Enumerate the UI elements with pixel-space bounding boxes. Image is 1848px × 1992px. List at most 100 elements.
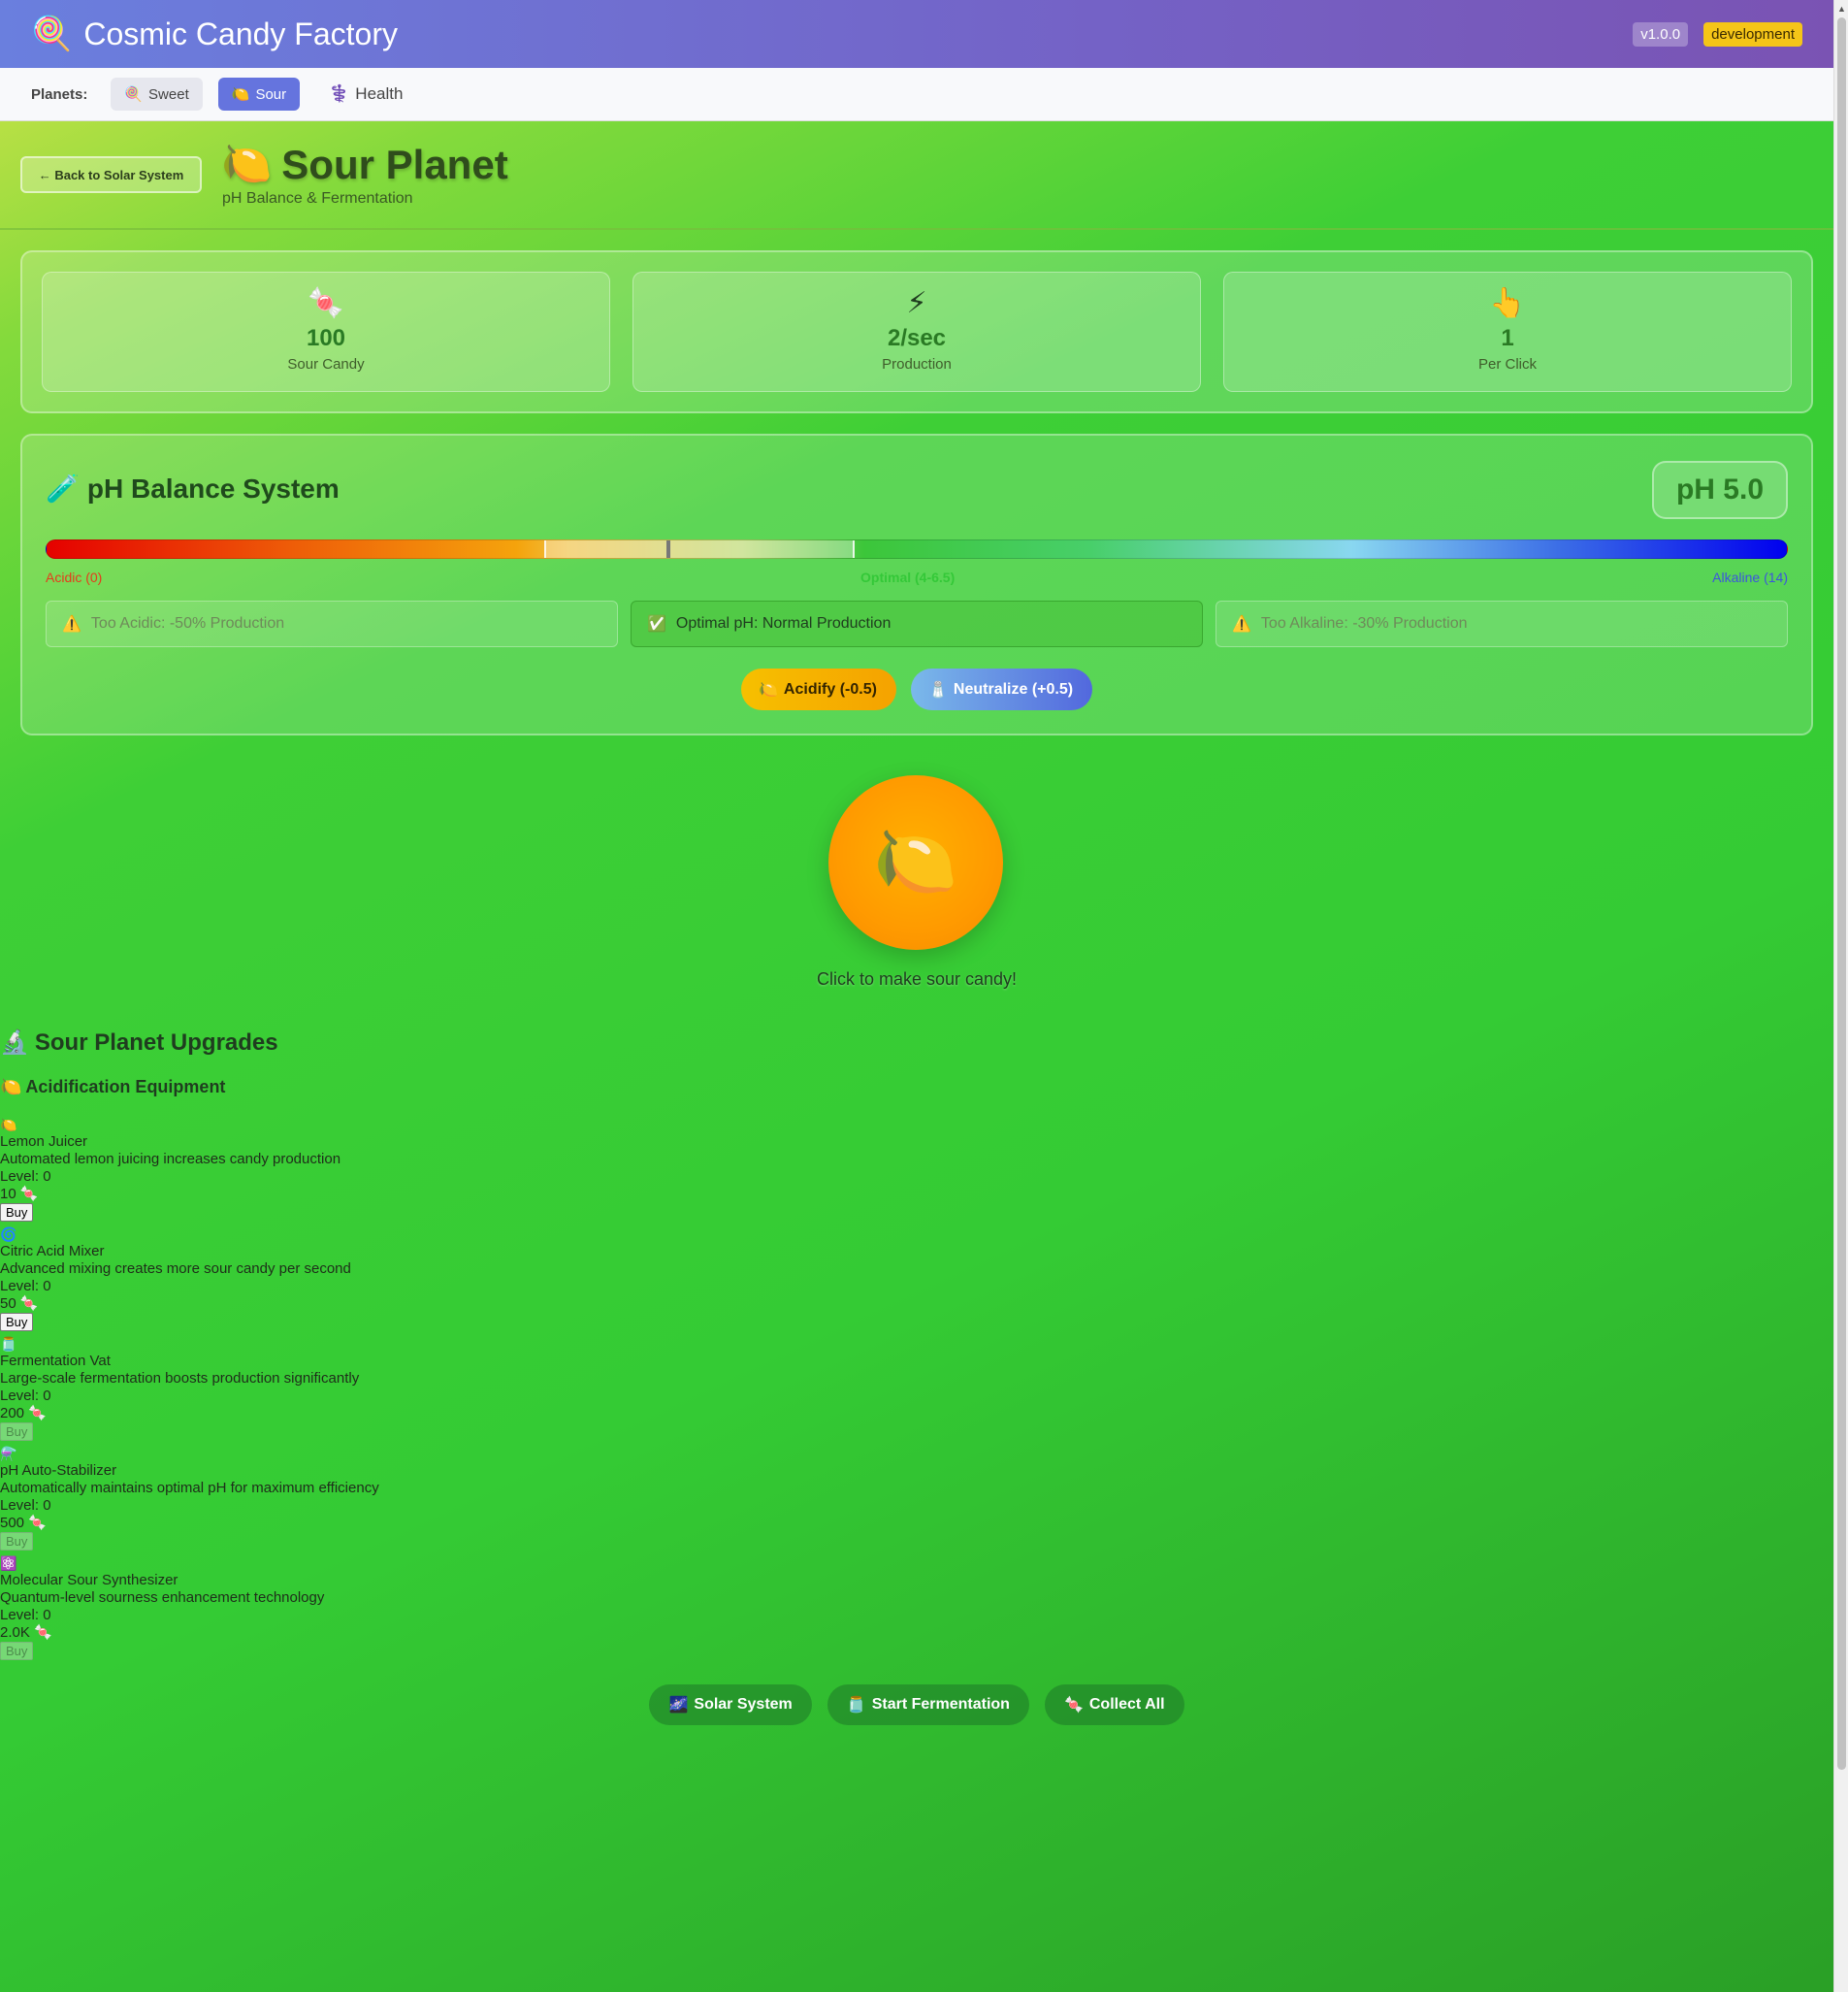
- ph-actions: 🍋 Acidify (-0.5) 🧂 Neutralize (+0.5): [22, 669, 1811, 710]
- atom-icon: ⚛️: [0, 1555, 17, 1571]
- upgrade-description: Automatically maintains optimal pH for m…: [0, 1480, 379, 1496]
- upgrade-name: Lemon Juicer: [0, 1133, 88, 1150]
- bottom-actions: 🌌 Solar System 🫙 Start Fermentation 🍬 Co…: [0, 1684, 1833, 1725]
- upgrade-name: Citric Acid Mixer: [0, 1243, 105, 1259]
- upgrade-name: Fermentation Vat: [0, 1353, 111, 1369]
- stat-label: Per Click: [1477, 356, 1537, 373]
- ph-scale-optimal-label: Optimal (4-6.5): [860, 570, 956, 585]
- upgrade-level: Level: 0: [0, 1388, 51, 1404]
- neutralize-label: Neutralize (+0.5): [953, 680, 1074, 698]
- upgrade-cost: 10 🍬: [0, 1186, 39, 1202]
- upgrades-title: 🔬 Sour Planet Upgrades: [0, 1029, 278, 1057]
- stat-value: 100: [306, 325, 346, 351]
- buy-fermentation-vat-button[interactable]: Buy: [0, 1422, 34, 1441]
- buy-citric-acid-mixer-button[interactable]: Buy: [0, 1313, 34, 1331]
- lemon-icon: 🍋: [0, 1117, 17, 1132]
- planet-tab-label: Sweet: [148, 85, 189, 103]
- ph-state-text: Too Alkaline: -30% Production: [1260, 615, 1468, 632]
- upgrade-level: Level: 0: [0, 1278, 51, 1294]
- page-title-text: Sour Planet: [281, 141, 508, 187]
- lollipop-icon: 🍭: [124, 86, 144, 103]
- upgrade-citric-acid-mixer: 🌀 Citric Acid Mixer Advanced mixing crea…: [0, 1225, 582, 1335]
- page-scrollbar[interactable]: ▲: [1833, 0, 1848, 1992]
- medical-icon: ⚕️: [329, 84, 350, 103]
- app-title: Cosmic Candy Factory: [83, 16, 398, 51]
- page-title: 🍋 Sour Planet: [221, 141, 508, 188]
- ph-state-too-acidic: ⚠️ Too Acidic: -50% Production: [46, 601, 618, 647]
- stat-value: 1: [1501, 325, 1514, 351]
- upgrade-cost: 200 🍬: [0, 1405, 47, 1421]
- warning-icon: ⚠️: [62, 616, 81, 633]
- buy-lemon-juicer-button[interactable]: Buy: [0, 1203, 34, 1222]
- upgrades-title-text: Sour Planet Upgrades: [34, 1029, 278, 1056]
- warning-icon: ⚠️: [1232, 616, 1251, 633]
- planet-tab-label: Sour: [255, 85, 287, 103]
- stat-card-production: ⚡ 2/sec Production: [632, 272, 1201, 392]
- scroll-up-arrow-icon[interactable]: ▲: [1837, 4, 1846, 14]
- start-fermentation-button[interactable]: 🫙 Start Fermentation: [827, 1684, 1029, 1725]
- ph-title-text: pH Balance System: [86, 473, 340, 504]
- stat-value: 2/sec: [887, 325, 947, 351]
- ph-scale-acidic-label: Acidic (0): [46, 570, 103, 585]
- candy-icon: 🍬: [308, 287, 344, 319]
- upgrade-description: Automated lemon juicing increases candy …: [0, 1151, 341, 1167]
- collect-all-label: Collect All: [1088, 1696, 1165, 1713]
- page-subtitle: pH Balance & Fermentation: [222, 190, 413, 207]
- upgrade-cost: 500 🍬: [0, 1515, 47, 1531]
- lollipop-icon: 🍭: [31, 16, 73, 52]
- cyclone-icon: 🌀: [0, 1226, 17, 1242]
- upgrade-level: Level: 0: [0, 1168, 51, 1185]
- upgrade-lemon-juicer: 🍋 Lemon Juicer Automated lemon juicing i…: [0, 1116, 582, 1225]
- upgrade-molecular-sour-synthesizer: ⚛️ Molecular Sour Synthesizer Quantum-le…: [0, 1554, 582, 1664]
- buy-ph-auto-stabilizer-button[interactable]: Buy: [0, 1532, 34, 1551]
- upgrade-ph-auto-stabilizer: ⚗️ pH Auto-Stabilizer Automatically main…: [0, 1445, 582, 1554]
- neutralize-button[interactable]: 🧂 Neutralize (+0.5): [911, 669, 1092, 710]
- lemon-icon: 🍋: [873, 824, 958, 899]
- planet-tab-health[interactable]: ⚕️ Health: [315, 77, 416, 112]
- collect-all-button[interactable]: 🍬 Collect All: [1044, 1684, 1184, 1725]
- acidify-button[interactable]: 🍋 Acidify (-0.5): [741, 669, 896, 710]
- jar-icon: 🫙: [0, 1336, 17, 1352]
- upgrade-level: Level: 0: [0, 1607, 51, 1623]
- upgrade-name: pH Auto-Stabilizer: [0, 1462, 117, 1479]
- planet-tab-sour[interactable]: 🍋 Sour: [217, 78, 301, 111]
- upgrade-description: Quantum-level sourness enhancement techn…: [0, 1589, 325, 1606]
- ph-reading: pH 5.0: [1652, 461, 1788, 519]
- planet-nav-label: Planets:: [31, 85, 88, 103]
- upgrade-fermentation-vat: 🫙 Fermentation Vat Large-scale fermentat…: [0, 1335, 582, 1445]
- upgrade-cost: 50 🍬: [0, 1295, 39, 1312]
- ph-state-text: Optimal pH: Normal Production: [675, 615, 892, 632]
- ph-current-marker: [665, 540, 670, 558]
- ph-optimal-zone: [543, 540, 855, 558]
- stats-panel: 🍬 100 Sour Candy ⚡ 2/sec Production 👆 1 …: [20, 250, 1813, 413]
- ph-state-optimal: ✅ Optimal pH: Normal Production: [631, 601, 1203, 647]
- app-header: 🍭 Cosmic Candy Factory v1.0.0 developmen…: [0, 0, 1833, 68]
- ph-state-too-alkaline: ⚠️ Too Alkaline: -30% Production: [1216, 601, 1788, 647]
- click-caption: Click to make sour candy!: [816, 969, 1018, 989]
- microscope-icon: 🔬: [0, 1029, 29, 1056]
- buy-molecular-sour-synthesizer-button[interactable]: Buy: [0, 1642, 34, 1660]
- scrollbar-thumb[interactable]: [1837, 17, 1846, 1770]
- upgrade-section-title: 🍋 Acidification Equipment: [0, 1077, 225, 1097]
- stat-card-per-click: 👆 1 Per Click: [1223, 272, 1792, 392]
- stat-label: Production: [882, 356, 952, 373]
- sour-candy-click-button[interactable]: 🍋: [828, 775, 1003, 950]
- upgrade-list: 🍋 Lemon Juicer Automated lemon juicing i…: [0, 1116, 582, 1664]
- salt-icon: 🧂: [928, 681, 948, 699]
- planet-nav: Planets: 🍭 Sweet 🍋 Sour ⚕️ Health: [0, 68, 1833, 121]
- planet-tab-sweet[interactable]: 🍭 Sweet: [111, 78, 203, 111]
- back-to-solar-system-button[interactable]: ← Back to Solar System: [20, 156, 202, 193]
- alembic-icon: ⚗️: [0, 1446, 17, 1461]
- stat-label: Sour Candy: [287, 356, 365, 373]
- upgrade-description: Large-scale fermentation boosts producti…: [0, 1370, 360, 1387]
- acidify-label: Acidify (-0.5): [783, 680, 877, 698]
- pointer-hand-icon: 👆: [1489, 287, 1526, 319]
- upgrade-cost: 2.0K 🍬: [0, 1624, 52, 1641]
- lemon-icon: 🍋: [221, 141, 273, 186]
- solar-system-button[interactable]: 🌌 Solar System: [649, 1684, 812, 1725]
- solar-system-label: Solar System: [694, 1696, 793, 1713]
- brand: 🍭 Cosmic Candy Factory: [31, 15, 398, 53]
- version-badge: v1.0.0: [1633, 21, 1689, 47]
- jar-icon: 🫙: [846, 1697, 866, 1714]
- upgrade-name: Molecular Sour Synthesizer: [0, 1572, 178, 1588]
